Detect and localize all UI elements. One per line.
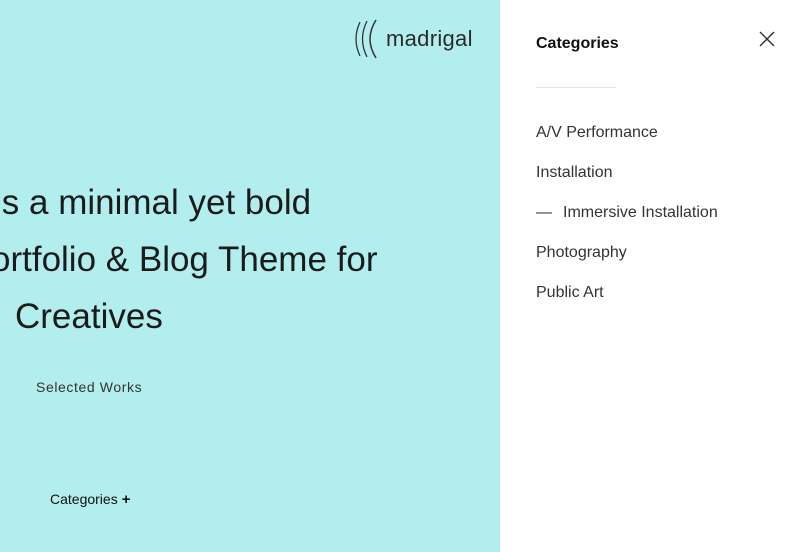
category-item-immersive-installation[interactable]: — Immersive Installation	[536, 193, 718, 233]
categories-panel: Categories A/V Performance Installation …	[500, 0, 800, 552]
category-item-av-performance[interactable]: A/V Performance	[536, 113, 718, 153]
headline-line-2: ortfolio & Blog Theme for	[0, 240, 378, 279]
panel-title: Categories	[536, 35, 619, 52]
subcategory-dash: —	[536, 204, 552, 221]
close-icon[interactable]	[758, 30, 776, 48]
selected-works-link[interactable]: Selected Works	[36, 379, 142, 395]
category-label: Photography	[536, 244, 627, 261]
category-item-photography[interactable]: Photography	[536, 233, 718, 273]
categories-toggle-label: Categories	[50, 491, 118, 507]
plus-icon: +	[121, 491, 131, 508]
category-item-installation[interactable]: Installation	[536, 153, 718, 193]
category-label: Immersive Installation	[563, 204, 718, 221]
panel-divider	[536, 87, 616, 88]
category-item-public-art[interactable]: Public Art	[536, 273, 718, 313]
logo-text: madrigal	[386, 26, 473, 51]
category-label: A/V Performance	[536, 124, 658, 141]
category-list: A/V Performance Installation — Immersive …	[536, 113, 718, 313]
hero-section: madrigal is a minimal yet bold ortfolio …	[0, 0, 500, 552]
headline-line-1: is a minimal yet bold	[0, 183, 312, 222]
site-logo[interactable]: madrigal	[352, 18, 474, 60]
headline-line-3: Creatives	[15, 297, 163, 336]
category-label: Installation	[536, 164, 613, 181]
category-label: Public Art	[536, 284, 604, 301]
categories-toggle-button[interactable]: Categories +	[50, 491, 130, 508]
